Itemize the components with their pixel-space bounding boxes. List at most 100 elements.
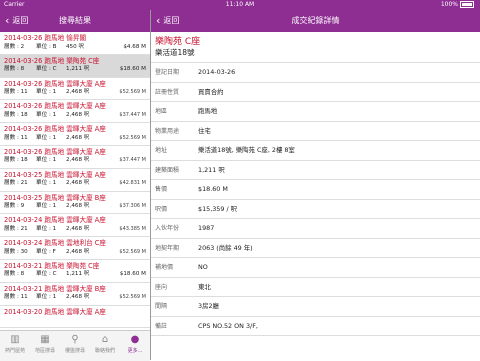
- detail-row: 座向 東北: [151, 278, 480, 297]
- tab-item[interactable]: ● 更多...: [120, 333, 150, 354]
- detail-row: 註冊性質 買賣合約: [151, 83, 480, 102]
- result-floor: 層數 : 21: [4, 180, 28, 187]
- detail-value: 買賣合約: [198, 87, 224, 96]
- detail-label: 物業用途: [155, 127, 180, 135]
- detail-row: 建築面積 1,211 呎: [151, 161, 480, 180]
- result-unit: 單位 : C: [36, 66, 57, 73]
- detail-value: $18.60 M: [198, 185, 228, 193]
- result-title: 2014-03-26 跑馬地 愉昇閣: [4, 34, 87, 42]
- result-area: 2,468 呎: [66, 203, 90, 210]
- result-area: 2,468 呎: [66, 111, 90, 118]
- result-title: 2014-03-24 跑馬地 雲暉大廈 A座: [4, 216, 106, 225]
- result-area: 2,468 呎: [66, 180, 90, 187]
- detail-value: 1987: [198, 224, 215, 232]
- result-row[interactable]: 2014-03-26 跑馬地 愉昇閣 層數 : 2 單位 : B 450 呎 $4.68…: [0, 32, 150, 55]
- result-row[interactable]: 2014-03-26 跑馬地 雲暉大廈 A座 層數 : 11 單位 : 1 2,468…: [0, 123, 150, 146]
- results-list[interactable]: 2014-03-26 跑馬地 愉昇閣 層數 : 2 單位 : B 450 呎 $4.68…: [0, 32, 150, 330]
- result-floor: 層數 : 30: [4, 248, 28, 255]
- building-icon: ▥: [10, 334, 20, 345]
- detail-label: 售價: [155, 186, 168, 193]
- left-navbar: ‹ 返回 搜尋結果: [0, 10, 150, 32]
- result-row[interactable]: 2014-03-21 跑馬地 樂陶苑 C座 層數 : 8 單位 : C 1,211 呎…: [0, 260, 150, 283]
- result-price: $43.385 M: [119, 225, 146, 232]
- tab-bar: ▥ 熱門屋苑 ▦ 地區搜尋 ⚲ 樓盤搜尋 ⌂ 聯絡我們 ● 更多...: [0, 330, 150, 361]
- result-row[interactable]: 2014-03-26 跑馬地 樂陶苑 C座 層數 : 8 單位 : C 1,211 呎…: [0, 54, 150, 78]
- result-unit: 單位 : 1: [36, 225, 57, 232]
- result-unit: 單位 : 1: [36, 203, 57, 210]
- result-price: $18.60 M: [119, 271, 146, 278]
- result-row[interactable]: 2014-03-26 跑馬地 雲暉大廈 A座 層數 : 18 單位 : 1 2,468…: [0, 100, 150, 124]
- chevron-left-icon: ‹: [156, 14, 161, 27]
- result-unit: 單位 : 1: [36, 157, 57, 164]
- home-icon: ⌂: [101, 334, 109, 345]
- search-results-pane: ‹ 返回 搜尋結果 2014-03-26 跑馬地 愉昇閣 層數 : 2 單位 : B 4…: [0, 10, 150, 361]
- result-price: $4.68 M: [123, 43, 146, 50]
- detail-label: 呎價: [155, 205, 168, 213]
- detail-label: 地契年期: [155, 244, 180, 252]
- search-icon: ⚲: [71, 334, 79, 345]
- tab-label: 熱門屋苑: [4, 348, 25, 354]
- result-title: 2014-03-26 跑馬地 雲暉大廈 A座: [4, 79, 106, 88]
- result-row[interactable]: 2014-03-20 跑馬地 雲暉大廈 A座: [0, 306, 150, 329]
- result-title: 2014-03-25 跑馬地 雲暉大廈 A座: [4, 170, 106, 179]
- detail-value: 住宅: [198, 126, 211, 135]
- result-row[interactable]: 2014-03-26 跑馬地 雲暉大廈 A座 層數 : 11 單位 : 1 2,468…: [0, 78, 150, 101]
- battery-icon: [460, 1, 474, 8]
- result-title: 2014-03-21 跑馬地 雲暉大廈 B座: [4, 284, 106, 293]
- result-title: 2014-03-21 跑馬地 樂陶苑 C座: [4, 261, 100, 270]
- result-row[interactable]: 2014-03-24 跑馬地 雲地利台 C座 層數 : 30 單位 : F 2,468…: [0, 237, 150, 260]
- result-row[interactable]: 2014-03-24 跑馬地 雲暉大廈 A座 層數 : 21 單位 : 1 2,468…: [0, 214, 150, 238]
- tab-label: 更多...: [127, 348, 143, 354]
- result-unit: 單位 : 1: [36, 134, 57, 141]
- detail-label: 入伙年份: [155, 225, 180, 232]
- detail-list: 登記日期 2014-03-26 註冊性質 買賣合約地區 跑馬地物業用途 住宅地址 樂活道18…: [151, 63, 480, 336]
- detail-row: 呎價 $15,359 / 呎: [151, 200, 480, 219]
- result-price: $52.569 M: [119, 294, 146, 301]
- result-price: $37.306 M: [119, 203, 146, 210]
- left-back-button[interactable]: ‹ 返回: [5, 10, 28, 32]
- tab-item[interactable]: ⚲ 樓盤搜尋: [60, 333, 90, 354]
- detail-value: 2014-03-26: [198, 68, 236, 76]
- status-bar: Carrier 11:10 AM 100%: [0, 0, 480, 10]
- left-back-label: 返回: [12, 16, 29, 25]
- result-unit: 單位 : F: [36, 248, 56, 255]
- detail-row: 地區 跑馬地: [151, 102, 480, 122]
- detail-header: 樂陶苑 C座 樂活道18號: [151, 32, 480, 63]
- battery-indicator: 100%: [441, 0, 474, 10]
- detail-value: $15,359 / 呎: [198, 204, 238, 213]
- result-floor: 層數 : 11: [4, 89, 28, 96]
- detail-pane: ‹ 返回 成交紀錄詳情 樂陶苑 C座 樂活道18號 登記日期 2014-03-26 註…: [151, 10, 480, 360]
- detail-row: 地址 樂活道18號, 樂陶苑 C座, 2樓 8室: [151, 141, 480, 161]
- detail-label: 間隔: [155, 303, 168, 310]
- result-area: 1,211 呎: [66, 66, 90, 73]
- result-price: $18.60 M: [119, 66, 146, 73]
- map-icon: ▦: [40, 334, 50, 345]
- tab-item[interactable]: ▥ 熱門屋苑: [0, 333, 30, 354]
- result-row[interactable]: 2014-03-25 跑馬地 雲暉大廈 A座 層數 : 21 單位 : 1 2,468…: [0, 169, 150, 192]
- result-area: 2,468 呎: [66, 294, 90, 301]
- detail-row: 物業用途 住宅: [151, 122, 480, 141]
- detail-row: 備註 CPS NO.52 ON 3/F,: [151, 317, 480, 336]
- detail-label: 補地價: [155, 264, 174, 271]
- clock: 11:10 AM: [225, 1, 255, 8]
- detail-row: 登記日期 2014-03-26: [151, 63, 480, 83]
- result-title: 2014-03-20 跑馬地 雲暉大廈 A座: [4, 307, 106, 316]
- tab-item[interactable]: ⌂ 聯絡我們: [90, 333, 120, 354]
- result-row[interactable]: 2014-03-25 跑馬地 雲暉大廈 B座 層數 : 9 單位 : 1 2,468 …: [0, 192, 150, 215]
- battery-percent: 100%: [440, 1, 458, 8]
- detail-value: 樂活道18號, 樂陶苑 C座, 2樓 8室: [198, 146, 295, 154]
- tab-item[interactable]: ▦ 地區搜尋: [30, 333, 60, 354]
- right-navbar: ‹ 返回 成交紀錄詳情: [151, 10, 480, 32]
- result-unit: 單位 : B: [36, 43, 57, 50]
- result-floor: 層數 : 21: [4, 225, 28, 232]
- right-back-button[interactable]: ‹ 返回: [156, 10, 179, 32]
- tab-label: 樓盤搜尋: [64, 348, 85, 354]
- detail-label: 註冊性質: [155, 88, 180, 96]
- result-row[interactable]: 2014-03-26 跑馬地 雲暉大廈 A座 層數 : 18 單位 : 1 2,468…: [0, 146, 150, 169]
- detail-label: 地區: [155, 108, 168, 115]
- tab-label: 聯絡我們: [94, 348, 115, 354]
- result-price: $52.569 M: [119, 248, 146, 255]
- result-price: $42.831 M: [119, 180, 146, 187]
- chevron-left-icon: ‹: [5, 14, 10, 27]
- result-row[interactable]: 2014-03-21 跑馬地 雲暉大廈 B座 層數 : 11 單位 : 1 2,468…: [0, 283, 150, 306]
